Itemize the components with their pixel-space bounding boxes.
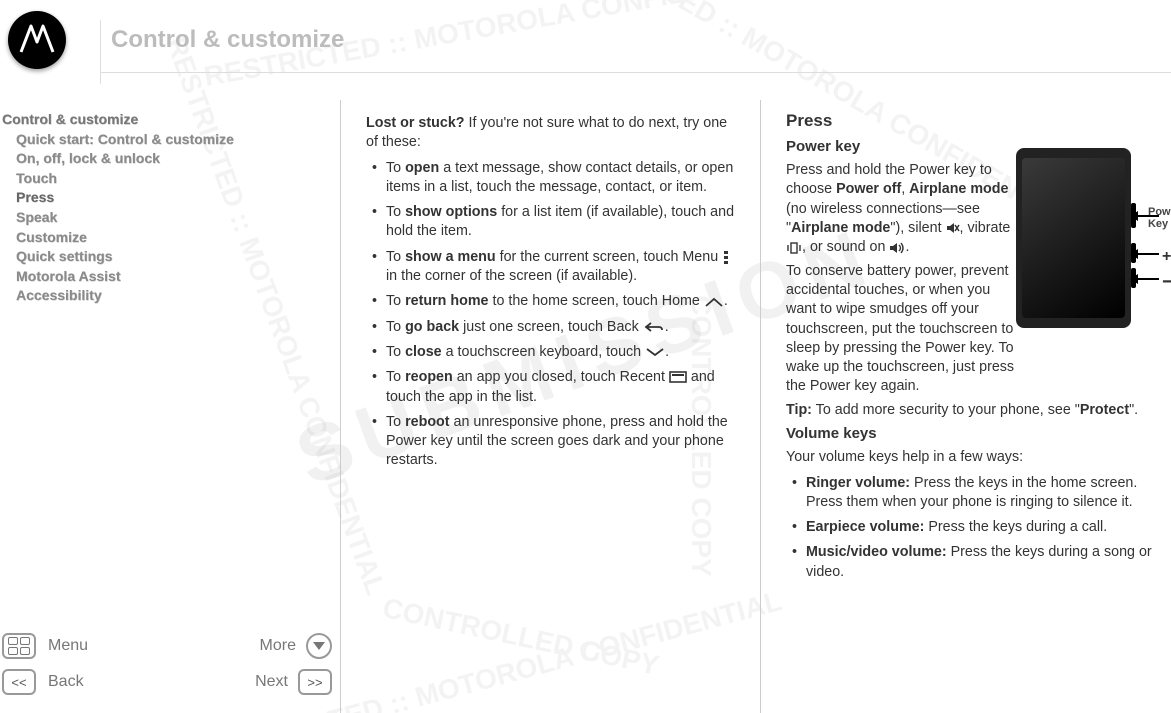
list-item: To reboot an unresponsive phone, press a… xyxy=(372,413,738,471)
nav-item-customize[interactable]: Customize xyxy=(2,228,332,248)
nav-item-assist[interactable]: Motorola Assist xyxy=(2,267,332,287)
powerkey-paragraph2: To conserve battery power, prevent accid… xyxy=(786,262,1016,397)
nav-item-quicksettings[interactable]: Quick settings xyxy=(2,247,332,267)
nav-item-touch[interactable]: Touch xyxy=(2,169,332,189)
subheading-volumekeys: Volume keys xyxy=(786,424,1163,444)
dropdown-icon[interactable] xyxy=(306,633,332,659)
list-item: To reopen an app you closed, touch Recen… xyxy=(372,368,738,407)
recent-apps-icon xyxy=(669,371,687,383)
callout-arrow xyxy=(1131,278,1159,280)
nav-item-press[interactable]: Press xyxy=(2,188,332,208)
sound-on-icon xyxy=(889,242,905,254)
phone-figure: PowerKey + − xyxy=(1016,148,1171,328)
silent-icon xyxy=(946,222,960,234)
nav-item-onoff[interactable]: On, off, lock & unlock xyxy=(2,149,332,169)
middle-column: Lost or stuck? If you're not sure what t… xyxy=(340,100,760,713)
volume-list: Ringer volume: Press the keys in the hom… xyxy=(792,474,1163,582)
list-item: To show options for a list item (if avai… xyxy=(372,203,738,242)
vibrate-icon xyxy=(786,242,802,254)
section-heading-press: Press xyxy=(786,110,1163,133)
nav-section[interactable]: Control & customize xyxy=(2,110,332,130)
volumekeys-intro: Your volume keys help in a few ways: xyxy=(786,448,1163,467)
more-button[interactable]: More xyxy=(260,637,296,655)
plus-icon: + xyxy=(1162,246,1171,268)
back-button[interactable]: Back xyxy=(48,673,84,691)
menu-overflow-icon xyxy=(722,250,730,264)
header-divider xyxy=(100,20,101,84)
sidebar: Control & customize Quick start: Control… xyxy=(0,100,340,713)
tips-list: To open a text message, show contact det… xyxy=(372,159,738,471)
next-button[interactable]: Next xyxy=(255,673,288,691)
list-item: To show a menu for the current screen, t… xyxy=(372,248,738,287)
bottom-nav: Menu More << Back Next >> xyxy=(2,623,332,695)
chevron-down-icon xyxy=(645,347,665,357)
list-item: To return home to the home screen, touch… xyxy=(372,292,738,311)
phone-illustration xyxy=(1016,148,1131,328)
powerkey-paragraph1: Press and hold the Power key to choose P… xyxy=(786,161,1016,257)
intro-text: Lost or stuck? If you're not sure what t… xyxy=(366,114,738,153)
next-icon[interactable]: >> xyxy=(298,669,332,695)
header-rule xyxy=(100,72,1171,73)
tip-text: Tip: To add more security to your phone,… xyxy=(786,401,1163,420)
home-icon xyxy=(704,296,724,308)
page-title: Control & customize xyxy=(111,26,344,54)
list-item: Earpiece volume: Press the keys during a… xyxy=(792,518,1163,537)
powerkey-label: PowerKey xyxy=(1148,206,1171,230)
menu-button[interactable]: Menu xyxy=(48,637,88,655)
list-item: To open a text message, show contact det… xyxy=(372,159,738,198)
nav-item-speak[interactable]: Speak xyxy=(2,208,332,228)
page-header: Control & customize xyxy=(0,10,1171,70)
menu-icon[interactable] xyxy=(2,633,36,659)
minus-icon: − xyxy=(1162,269,1171,296)
nav-item-quickstart[interactable]: Quick start: Control & customize xyxy=(2,130,332,150)
list-item: To go back just one screen, touch Back . xyxy=(372,318,738,337)
back-icon[interactable]: << xyxy=(2,669,36,695)
right-column: Press Power key Press and hold the Power… xyxy=(760,100,1171,713)
motorola-logo-icon xyxy=(8,11,66,69)
list-item: Music/video volume: Press the keys durin… xyxy=(792,543,1163,582)
callout-arrow xyxy=(1131,253,1159,255)
list-item: To close a touchscreen keyboard, touch . xyxy=(372,343,738,362)
list-item: Ringer volume: Press the keys in the hom… xyxy=(792,474,1163,513)
back-arrow-icon xyxy=(643,321,665,333)
nav-item-accessibility[interactable]: Accessibility xyxy=(2,286,332,306)
